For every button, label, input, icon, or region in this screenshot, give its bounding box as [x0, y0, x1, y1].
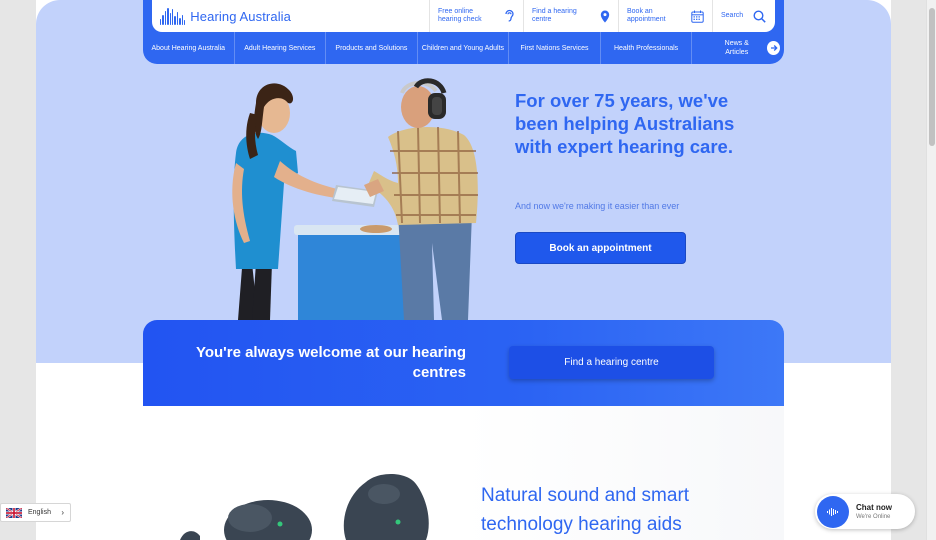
book-appointment-button[interactable]: Book an appointment — [515, 232, 686, 264]
logo[interactable]: Hearing Australia — [152, 0, 429, 32]
find-hearing-centre-button[interactable]: Find a hearing centre — [509, 346, 714, 379]
nav-health-professionals[interactable]: Health Professionals — [601, 32, 693, 64]
chat-text: Chat now We're Online — [856, 503, 892, 520]
map-pin-icon — [600, 10, 610, 22]
search-icon — [753, 9, 766, 23]
utility-bar: Hearing Australia Free online hearing ch… — [152, 0, 775, 32]
logo-text: Hearing Australia — [190, 8, 291, 24]
hero-title: For over 75 years, we've been helping Au… — [515, 90, 735, 157]
language-label: English — [28, 509, 51, 516]
scrollbar[interactable] — [926, 0, 936, 540]
search-label: Search — [721, 12, 744, 19]
hero-subtitle: And now we're making it easier than ever — [515, 201, 680, 211]
chevron-right-icon: › — [61, 508, 64, 517]
chat-widget[interactable]: Chat now We're Online — [815, 494, 915, 529]
free-hearing-check-label: Free online hearing check — [438, 8, 482, 23]
arrow-right-icon[interactable] — [767, 41, 780, 55]
scrollbar-thumb[interactable] — [929, 8, 935, 146]
book-appointment-label: Book an appointment — [627, 8, 666, 23]
hero-photo — [232, 78, 478, 320]
product-title: Natural sound and smart technology heari… — [481, 485, 690, 535]
book-appointment-link[interactable]: Book an appointment — [618, 0, 712, 32]
main-nav: About Hearing Australia Adult Hearing Se… — [143, 32, 784, 64]
chat-status: We're Online — [856, 514, 891, 520]
hearing-aids-photo — [180, 473, 429, 540]
find-centre-label: Find a hearing centre — [532, 8, 577, 23]
nav-children[interactable]: Children and Young Adults — [418, 32, 510, 64]
chat-soundwave-icon — [817, 495, 849, 528]
ear-icon — [505, 9, 514, 22]
logo-soundwave-icon — [160, 7, 186, 25]
free-hearing-check-link[interactable]: Free online hearing check — [429, 0, 523, 32]
site-header: Hearing Australia Free online hearing ch… — [143, 0, 784, 64]
nav-products[interactable]: Products and Solutions — [326, 32, 418, 64]
nav-about[interactable]: About Hearing Australia — [143, 32, 235, 64]
chat-title: Chat now — [856, 503, 892, 512]
uk-flag-icon — [6, 507, 22, 518]
nav-first-nations[interactable]: First Nations Services — [509, 32, 601, 64]
language-selector[interactable]: English › — [0, 503, 71, 522]
welcome-banner: You're always welcome at our hearing cen… — [143, 320, 784, 406]
nav-news-label: News & Articles — [724, 40, 749, 56]
welcome-banner-text: You're always welcome at our hearing cen… — [195, 344, 466, 381]
nav-adult-services[interactable]: Adult Hearing Services — [235, 32, 327, 64]
find-centre-link[interactable]: Find a hearing centre — [523, 0, 618, 32]
nav-news[interactable]: News & Articles — [692, 32, 784, 64]
search-button[interactable]: Search — [712, 0, 774, 32]
calendar-icon — [691, 10, 704, 23]
